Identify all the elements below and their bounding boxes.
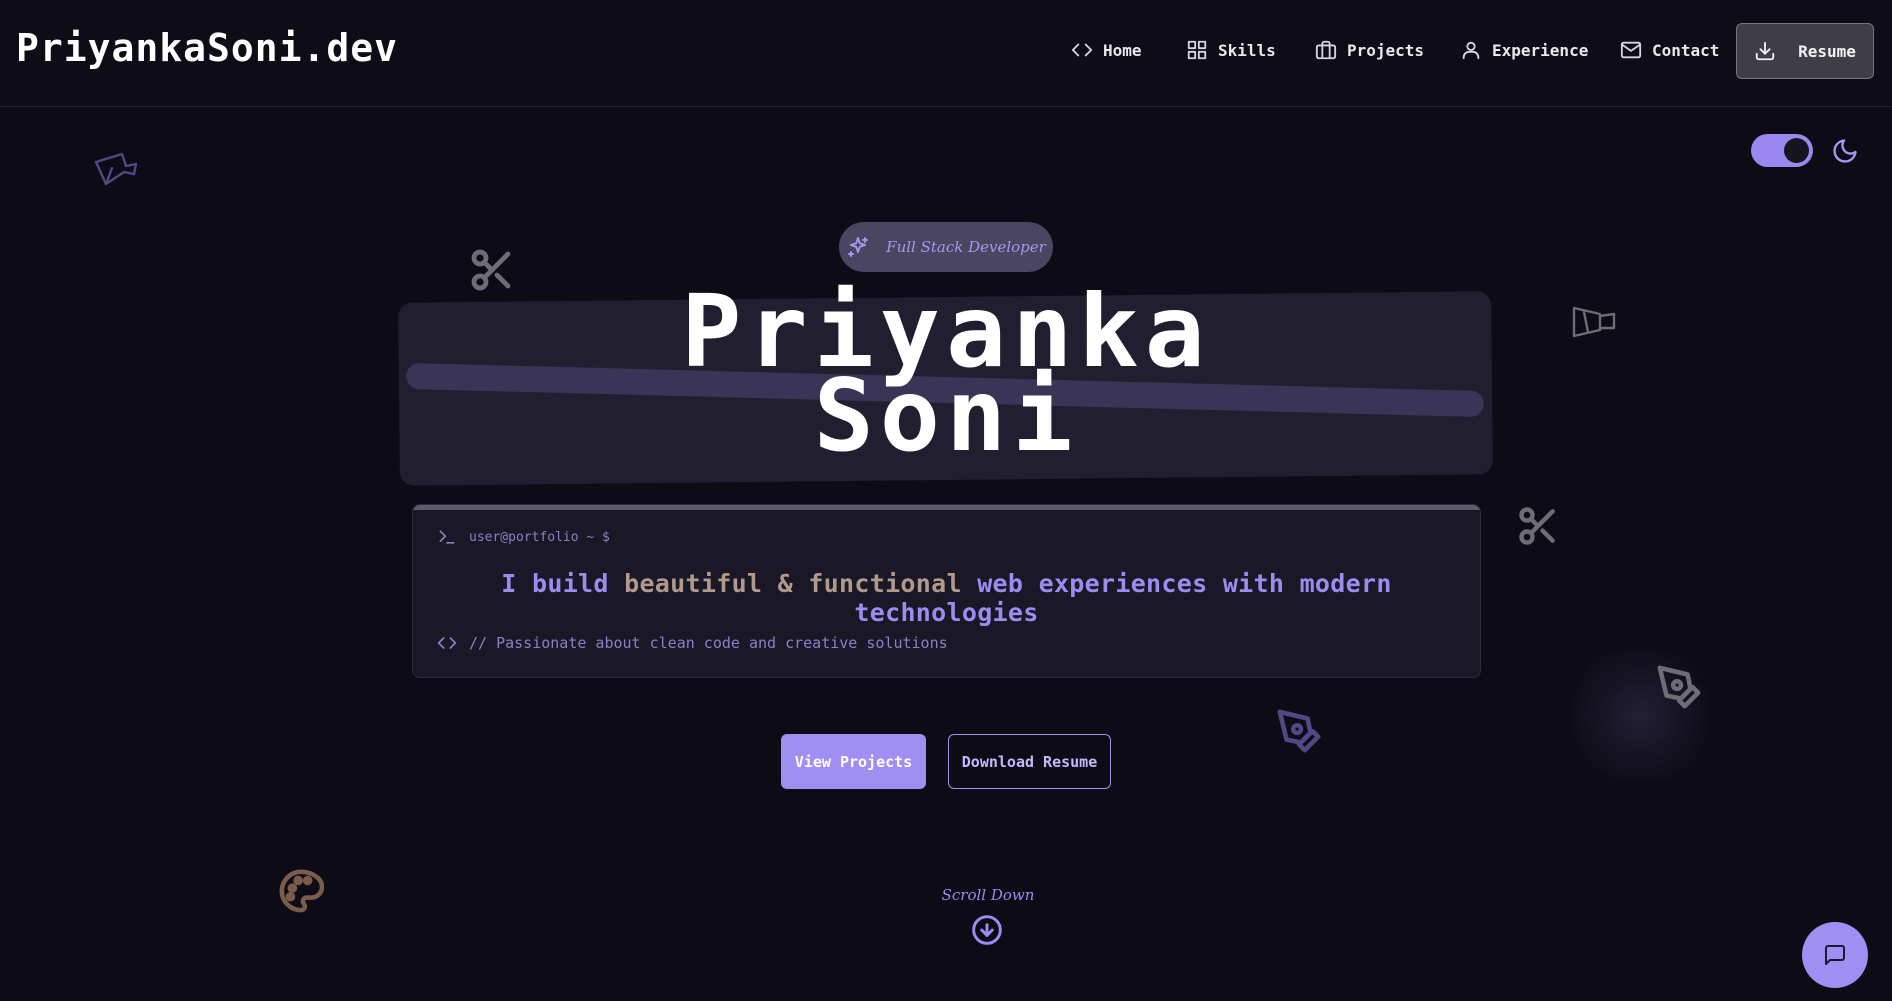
scissors-icon (1516, 504, 1560, 552)
theme-toggle[interactable] (1751, 134, 1813, 167)
download-resume-button[interactable]: Download Resume (948, 734, 1111, 789)
grid-icon (1187, 40, 1207, 60)
pen-tool-icon (1276, 708, 1322, 758)
hero-name: Priyanka Soni (0, 282, 1892, 474)
site-logo[interactable]: PriyankaSoni.dev (16, 26, 398, 70)
moon-icon[interactable] (1831, 137, 1859, 165)
terminal-card: user@portfolio ~ $ I build beautiful & f… (412, 504, 1481, 678)
nav-item-label: Skills (1218, 40, 1276, 60)
nav-item-label: Experience (1492, 40, 1589, 60)
terminal-topbar (413, 505, 1480, 510)
nav-item-experience[interactable]: Experience (1460, 36, 1588, 64)
hero-tagline: I build beautiful & functional web exper… (413, 569, 1480, 627)
mail-icon (1620, 41, 1642, 59)
terminal-prompt-text: user@portfolio ~ $ (469, 529, 610, 545)
download-icon (1755, 41, 1775, 61)
nav-item-label: Contact (1652, 40, 1720, 60)
hero-name-line2: Soni (813, 357, 1079, 474)
nav-item-contact[interactable]: Contact (1620, 36, 1719, 64)
nav-item-label: Home (1103, 40, 1142, 60)
site-header: PriyankaSoni.dev Home Skills Projects Ex… (0, 0, 1892, 107)
briefcase-icon (1315, 40, 1337, 60)
view-projects-button[interactable]: View Projects (781, 734, 926, 789)
code-icon (1071, 43, 1093, 57)
pen-tool-icon (1656, 664, 1702, 714)
terminal-comment-text: // Passionate about clean code and creat… (469, 634, 948, 652)
scroll-down-label: Scroll Down (941, 886, 1035, 904)
terminal-prompt: user@portfolio ~ $ (437, 527, 610, 547)
resume-button[interactable]: Resume (1736, 23, 1874, 79)
role-badge-label: Full Stack Developer (886, 238, 1046, 256)
nav-item-skills[interactable]: Skills (1186, 36, 1276, 64)
terminal-icon (439, 530, 455, 544)
theme-toggle-knob (1784, 138, 1809, 163)
resume-button-label: Resume (1798, 41, 1856, 61)
palette-icon (278, 868, 325, 918)
code-icon (437, 637, 457, 649)
terminal-comment: // Passionate about clean code and creat… (437, 633, 948, 653)
nav-item-label: Projects (1347, 40, 1425, 60)
tagline-part-1: I build (501, 569, 625, 598)
role-badge: Full Stack Developer (839, 222, 1053, 272)
tagline-part-2: beautiful & functional (624, 569, 962, 598)
chat-button[interactable] (1802, 922, 1868, 988)
nav-item-home[interactable]: Home (1071, 36, 1142, 64)
chat-icon (1825, 945, 1845, 965)
user-icon (1462, 41, 1480, 60)
sparkles-icon (848, 237, 869, 257)
nav-item-projects[interactable]: Projects (1315, 36, 1424, 64)
paintbrush-icon (92, 150, 140, 194)
arrow-down-circle-icon[interactable] (971, 914, 1003, 946)
